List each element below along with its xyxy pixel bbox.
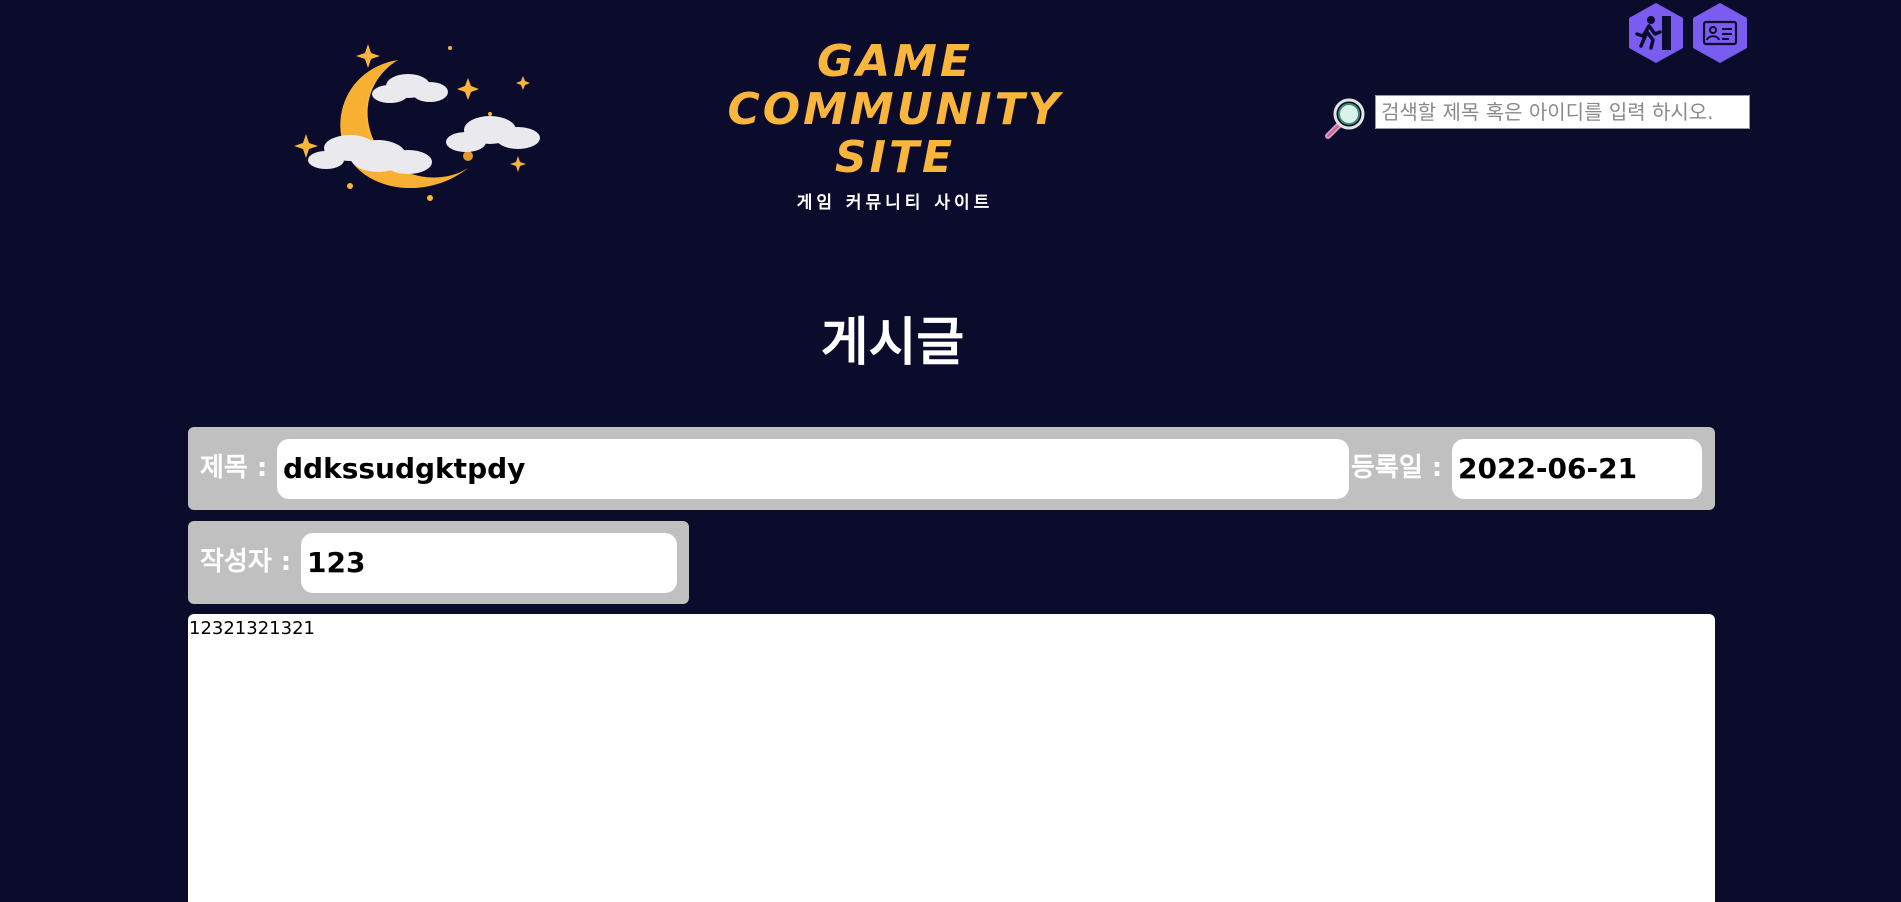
author-label: 작성자 : [200, 547, 292, 577]
author-row: 작성자 : 123 [188, 521, 689, 604]
date-label: 등록일 : [1351, 453, 1443, 483]
title-field[interactable]: ddkssudgktpdy [277, 439, 1349, 499]
author-field[interactable]: 123 [301, 533, 677, 593]
id-card-icon [1693, 3, 1747, 63]
title-label: 제목 : [200, 453, 268, 483]
profile-button[interactable] [1691, 2, 1749, 64]
exit-door-icon [1629, 3, 1683, 63]
post-content-textarea[interactable]: 12321321321 [188, 614, 1715, 902]
magnifier-icon[interactable] [1320, 96, 1368, 142]
moon-logo-image [290, 38, 546, 212]
logo-line-community: COMMUNITY [727, 84, 1063, 135]
logout-button[interactable] [1627, 2, 1685, 64]
page: GAME COMMUNITY SITE 게임 커뮤니티 사이트 검색할 제목 혹… [0, 0, 1901, 902]
logo-line-game: GAME [816, 36, 973, 87]
logo-line-site: SITE [834, 132, 956, 183]
date-field[interactable]: 2022-06-21 [1452, 439, 1702, 499]
site-logo: GAME COMMUNITY SITE 게임 커뮤니티 사이트 [715, 38, 1075, 218]
logo-subtitle: 게임 커뮤니티 사이트 [796, 193, 994, 213]
title-date-row: 제목 : ddkssudgktpdy 등록일 : 2022-06-21 [188, 427, 1715, 510]
search-input[interactable] [1375, 95, 1750, 129]
page-title: 게시글 [820, 313, 965, 373]
